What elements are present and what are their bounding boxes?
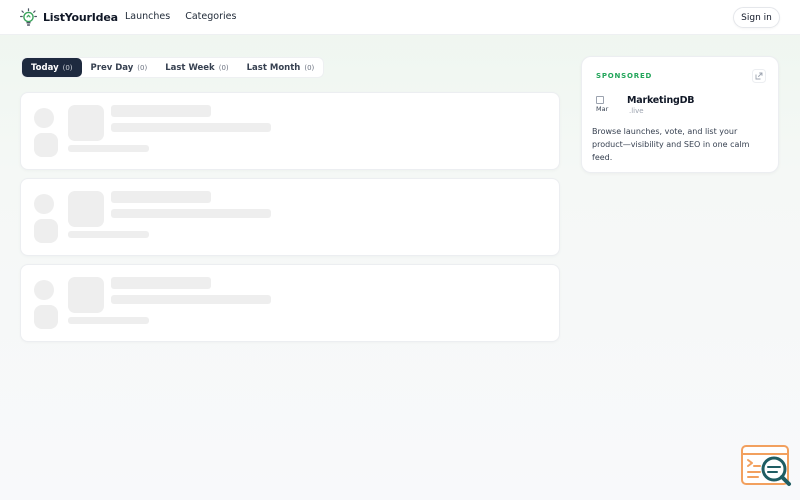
- skeleton-meta: [68, 145, 149, 152]
- skeleton-upvote: [34, 194, 54, 214]
- sponsor-logo-alt: Mar: [596, 105, 609, 113]
- loading-card: [20, 264, 560, 342]
- main-nav: Launches Categories: [125, 11, 236, 22]
- search-feedback-icon[interactable]: [740, 444, 792, 488]
- tab-prev-day[interactable]: Prev Day (0): [82, 58, 157, 77]
- skeleton-meta: [68, 231, 149, 238]
- tab-label: Prev Day: [90, 62, 134, 73]
- skeleton-avatar: [34, 219, 58, 243]
- skeleton-title: [111, 105, 211, 117]
- tab-last-week[interactable]: Last Week (0): [156, 58, 237, 77]
- skeleton-title: [111, 191, 211, 203]
- tab-count: (0): [137, 63, 148, 72]
- skeleton-upvote: [34, 280, 54, 300]
- time-range-tabs: Today (0) Prev Day (0) Last Week (0) Las…: [22, 58, 324, 77]
- skeleton-subtitle: [111, 295, 271, 304]
- tab-last-month[interactable]: Last Month (0): [238, 58, 324, 77]
- tab-count: (0): [218, 63, 229, 72]
- sponsor-description: Browse launches, vote, and list your pro…: [592, 127, 750, 162]
- top-header: ListYourIdea Launches Categories Sign in: [0, 0, 800, 35]
- tab-label: Last Month: [246, 62, 301, 73]
- skeleton-subtitle: [111, 123, 271, 132]
- sponsored-label: SPONSORED: [596, 72, 653, 80]
- tab-count: (0): [304, 63, 315, 72]
- external-link-icon[interactable]: [752, 69, 766, 83]
- tab-label: Today: [31, 62, 59, 73]
- sponsored-card[interactable]: SPONSORED Mar MarketingDB .live Browse l…: [581, 56, 779, 173]
- skeleton-subtitle: [111, 209, 271, 218]
- tab-label: Last Week: [165, 62, 215, 73]
- sponsor-logo-image: Mar: [596, 96, 616, 116]
- skeleton-avatar: [34, 133, 58, 157]
- loading-card: [20, 92, 560, 170]
- nav-launches[interactable]: Launches: [125, 11, 170, 22]
- nav-categories[interactable]: Categories: [185, 11, 236, 22]
- skeleton-meta: [68, 317, 149, 324]
- skeleton-thumbnail: [68, 191, 104, 227]
- brand-name: ListYourIdea: [43, 11, 118, 24]
- brand-logo[interactable]: ListYourIdea: [20, 8, 118, 27]
- tab-count: (0): [62, 63, 73, 72]
- skeleton-title: [111, 277, 211, 289]
- skeleton-upvote: [34, 108, 54, 128]
- broken-image-icon: [596, 96, 604, 104]
- sign-in-button[interactable]: Sign in: [733, 7, 780, 28]
- tab-today[interactable]: Today (0): [22, 58, 82, 77]
- skeleton-thumbnail: [68, 105, 104, 141]
- skeleton-avatar: [34, 305, 58, 329]
- loading-card: [20, 178, 560, 256]
- sponsor-domain: .live: [629, 107, 644, 115]
- skeleton-thumbnail: [68, 277, 104, 313]
- sponsor-name[interactable]: MarketingDB: [627, 95, 695, 106]
- lightbulb-icon: [20, 8, 37, 26]
